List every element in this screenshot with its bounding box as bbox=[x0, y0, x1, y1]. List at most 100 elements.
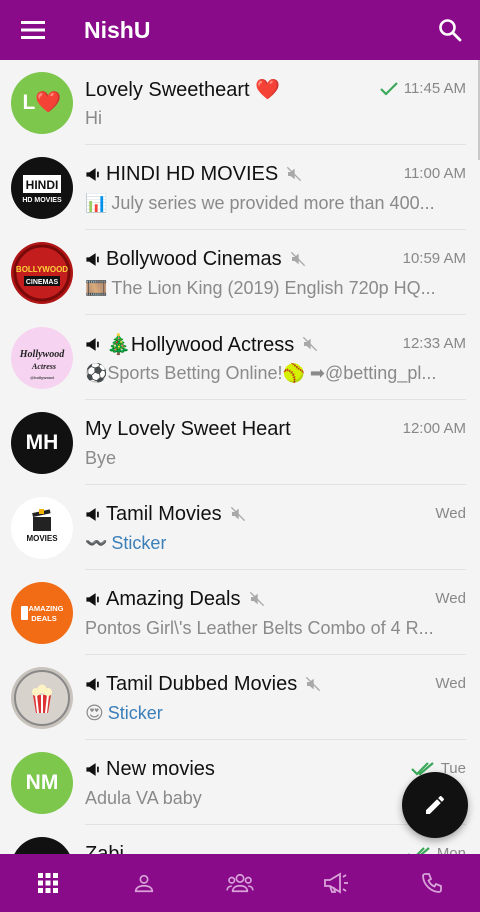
avatar: MH bbox=[11, 412, 73, 474]
chat-name: Zabi bbox=[85, 842, 124, 855]
chart-emoji: 📊 bbox=[85, 193, 108, 213]
chat-row[interactable]: MH My Lovely Sweet Heart 12:00 AM Bye bbox=[0, 400, 480, 485]
pencil-icon bbox=[426, 795, 445, 814]
nav-groups[interactable] bbox=[192, 854, 288, 912]
chat-name: My Lovely Sweet Heart bbox=[85, 417, 291, 440]
chat-name: Amazing Deals bbox=[106, 587, 241, 610]
chat-name: Bollywood Cinemas bbox=[106, 247, 282, 270]
chat-message: Sticker bbox=[111, 533, 167, 553]
chat-message: Bye bbox=[85, 448, 117, 468]
chat-message: The Lion King (2019) English 720p HQ... bbox=[111, 278, 436, 298]
megaphone-icon bbox=[86, 762, 99, 776]
channel-logo: MOVIES bbox=[26, 509, 58, 543]
chat-row[interactable]: Tamil Dubbed Movies Wed 😍 Sticker bbox=[0, 655, 480, 740]
channel-logo: AMAZINGDEALS bbox=[21, 604, 64, 623]
nav-contacts[interactable] bbox=[96, 854, 192, 912]
chat-message: July series we provided more than 400... bbox=[111, 193, 435, 213]
svg-text:DEALS: DEALS bbox=[31, 614, 56, 623]
phone-icon bbox=[422, 873, 442, 893]
chat-name: Tamil Movies bbox=[106, 502, 222, 525]
chat-time: Wed bbox=[435, 675, 466, 692]
chat-time: Wed bbox=[435, 505, 466, 522]
megaphone-icon bbox=[86, 252, 99, 266]
grid-icon bbox=[38, 873, 58, 893]
chat-row[interactable]: MOVIES Tamil Movies Wed 〰️ Sticker bbox=[0, 485, 480, 570]
avatar: HINDI HD MOVIES bbox=[11, 157, 73, 219]
double-check-icon bbox=[407, 846, 430, 854]
mute-icon bbox=[303, 336, 318, 352]
avatar bbox=[11, 837, 73, 854]
heart-eyes-emoji: 😍 bbox=[85, 703, 104, 723]
avatar: NM bbox=[11, 752, 73, 814]
megaphone-icon bbox=[86, 592, 99, 606]
wave-emoji: 〰️ bbox=[85, 533, 108, 553]
channel-logo: BOLLYWOOD CINEMAS bbox=[13, 244, 71, 302]
chat-message: ⚽Sports Betting Online!🥎 ➡@betting_pl... bbox=[85, 363, 437, 383]
mute-icon bbox=[249, 591, 264, 607]
chat-name: Lovely Sweetheart ❤️ bbox=[85, 78, 280, 101]
compose-button[interactable] bbox=[402, 772, 468, 838]
avatar-initials: MH bbox=[25, 431, 59, 454]
app-bar: NishU bbox=[0, 0, 480, 60]
megaphone-icon bbox=[86, 507, 99, 521]
chat-message: Adula VA baby bbox=[85, 788, 202, 808]
svg-text:HD MOVIES: HD MOVIES bbox=[22, 197, 62, 204]
svg-text:Actress: Actress bbox=[31, 362, 56, 371]
megaphone-icon bbox=[86, 337, 99, 351]
film-emoji: 🎞️ bbox=[85, 278, 108, 298]
avatar: AMAZING DEALS bbox=[11, 582, 73, 644]
svg-text:@hollywood: @hollywood bbox=[30, 375, 54, 380]
person-icon bbox=[134, 874, 154, 893]
svg-text:AMAZING: AMAZING bbox=[29, 604, 64, 613]
nav-calls[interactable] bbox=[384, 854, 480, 912]
chat-row[interactable]: L❤️ Lovely Sweetheart ❤️ 11:45 AM Hi bbox=[0, 60, 480, 145]
search-icon bbox=[439, 19, 462, 42]
channel-logo: HINDI HD MOVIES bbox=[22, 175, 62, 204]
mute-icon bbox=[287, 166, 302, 182]
chat-name: New movies bbox=[106, 757, 215, 780]
svg-text:HINDI: HINDI bbox=[26, 178, 59, 192]
bottom-nav bbox=[0, 854, 480, 912]
svg-text:CINEMAS: CINEMAS bbox=[26, 279, 59, 286]
chat-time: 12:33 AM bbox=[402, 335, 466, 352]
chat-message: Sticker bbox=[107, 703, 163, 723]
avatar: Hollywood Actress @hollywood bbox=[11, 327, 73, 389]
group-icon bbox=[226, 873, 254, 893]
search-button[interactable] bbox=[420, 0, 480, 60]
nav-channels[interactable] bbox=[288, 854, 384, 912]
svg-text:BOLLYWOOD: BOLLYWOOD bbox=[16, 265, 68, 274]
menu-button[interactable] bbox=[0, 0, 66, 60]
popcorn-icon bbox=[14, 670, 70, 726]
chat-row[interactable]: HINDI HD MOVIES HINDI HD MOVIES 11:00 AM … bbox=[0, 145, 480, 230]
mute-icon bbox=[306, 676, 321, 692]
megaphone-icon bbox=[324, 872, 348, 894]
chat-row[interactable]: BOLLYWOOD CINEMAS Bollywood Cinemas 10:59… bbox=[0, 230, 480, 315]
chat-time: Wed bbox=[435, 590, 466, 607]
menu-icon bbox=[21, 21, 45, 39]
chat-list[interactable]: L❤️ Lovely Sweetheart ❤️ 11:45 AM Hi HIN… bbox=[0, 60, 480, 854]
nav-all-chats[interactable] bbox=[0, 854, 96, 912]
chat-name: 🎄Hollywood Actress bbox=[106, 333, 295, 356]
chat-message: Hi bbox=[85, 108, 102, 128]
check-icon bbox=[379, 81, 398, 96]
chat-time: Mon bbox=[436, 845, 466, 854]
chat-row[interactable]: Zabi Mon bbox=[0, 825, 480, 854]
svg-text:Hollywood: Hollywood bbox=[19, 349, 65, 360]
megaphone-icon bbox=[86, 167, 99, 181]
chat-time: 12:00 AM bbox=[402, 420, 466, 437]
chat-row[interactable]: Hollywood Actress @hollywood 🎄Hollywood Ac… bbox=[0, 315, 480, 400]
chat-time: 10:59 AM bbox=[402, 250, 466, 267]
avatar bbox=[11, 667, 73, 729]
mute-icon bbox=[290, 251, 305, 267]
megaphone-icon bbox=[86, 677, 99, 691]
chat-row[interactable]: AMAZING DEALS Amazing Deals Wed Pontos Gi… bbox=[0, 570, 480, 655]
chat-message: Pontos Girl\'s Leather Belts Combo of 4 … bbox=[85, 618, 434, 638]
avatar-logo-text: MOVIES bbox=[26, 534, 58, 543]
chat-time: 11:45 AM bbox=[403, 80, 466, 97]
chat-name: HINDI HD MOVIES bbox=[106, 162, 279, 185]
chat-name: Tamil Dubbed Movies bbox=[106, 672, 298, 695]
app-title: NishU bbox=[84, 16, 151, 43]
avatar: MOVIES bbox=[11, 497, 73, 559]
avatar-initials: L❤️ bbox=[22, 91, 62, 114]
chat-time: 11:00 AM bbox=[403, 165, 466, 182]
